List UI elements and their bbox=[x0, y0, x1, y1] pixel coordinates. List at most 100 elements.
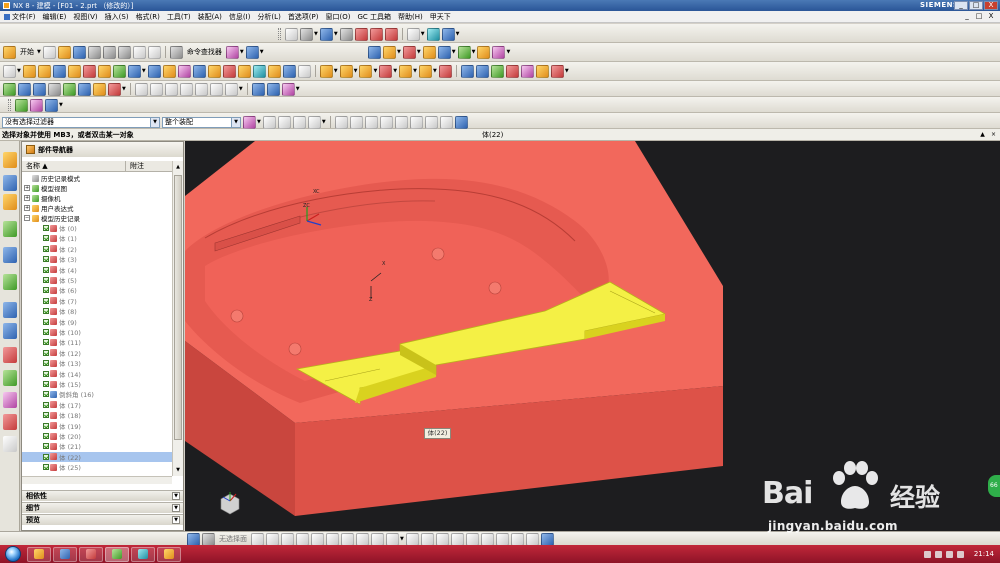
history-icon[interactable] bbox=[3, 302, 17, 318]
menu-format[interactable]: 格式(R) bbox=[136, 12, 160, 22]
reuse-library-icon[interactable] bbox=[3, 221, 17, 237]
doc-restore-button[interactable]: □ bbox=[974, 12, 984, 21]
pull-face-icon[interactable] bbox=[339, 64, 353, 78]
curve-arc-icon[interactable] bbox=[149, 82, 163, 96]
roles-icon[interactable] bbox=[3, 392, 17, 408]
close-icon[interactable]: × bbox=[989, 130, 998, 139]
close-button[interactable]: X bbox=[984, 1, 998, 10]
make-corner-icon[interactable] bbox=[435, 532, 449, 546]
undo-icon[interactable] bbox=[132, 45, 146, 59]
chamfer-sketch-icon[interactable] bbox=[326, 532, 339, 546]
check-geometry-icon[interactable] bbox=[15, 98, 28, 112]
checkbox-icon[interactable] bbox=[43, 370, 49, 377]
menu-file[interactable]: 文件(F) bbox=[4, 12, 36, 22]
cylinder-icon[interactable] bbox=[37, 64, 51, 78]
measure-distance-icon[interactable] bbox=[251, 82, 265, 96]
start-button[interactable] bbox=[5, 546, 21, 562]
menu-analysis[interactable]: 分析(L) bbox=[257, 12, 280, 22]
collapse-icon[interactable]: − bbox=[24, 215, 30, 221]
feature-row[interactable]: 体 (4) bbox=[22, 265, 172, 275]
fillet-icon[interactable] bbox=[311, 532, 324, 546]
project-curve-icon[interactable] bbox=[490, 64, 504, 78]
sketch-icon[interactable] bbox=[3, 64, 16, 78]
pattern-curve-icon[interactable] bbox=[510, 532, 524, 546]
manufacturing-wizards-icon[interactable] bbox=[3, 370, 17, 386]
clock[interactable]: 21:14 bbox=[974, 550, 994, 558]
block-icon[interactable] bbox=[22, 64, 36, 78]
curve-text-icon[interactable] bbox=[209, 82, 223, 96]
reorder-feature-icon[interactable] bbox=[33, 82, 46, 96]
graphics-window[interactable]: XC ZC X Z 体(22) bbox=[185, 141, 1000, 531]
feature-row[interactable]: 体 (22) bbox=[22, 451, 172, 462]
select-all-icon[interactable] bbox=[262, 115, 276, 129]
swept-icon[interactable] bbox=[237, 64, 251, 78]
taskbar-nx[interactable] bbox=[105, 546, 129, 562]
scroll-up-icon[interactable]: ▲ bbox=[174, 162, 182, 172]
chamfer-icon[interactable] bbox=[437, 45, 451, 59]
measure-body-icon[interactable] bbox=[281, 82, 295, 96]
unsuppress-icon[interactable] bbox=[63, 82, 76, 96]
line-icon[interactable] bbox=[266, 532, 279, 546]
snap-midpoint-icon[interactable] bbox=[349, 115, 363, 129]
expand-icon[interactable]: + bbox=[24, 195, 30, 201]
studio-spline-icon[interactable] bbox=[356, 532, 369, 546]
geometric-constraints-icon[interactable] bbox=[450, 532, 464, 546]
feature-row[interactable]: 体 (1) bbox=[22, 233, 172, 243]
edge-blend-icon[interactable] bbox=[422, 45, 436, 59]
checkbox-icon[interactable] bbox=[43, 297, 49, 304]
feature-row[interactable]: 体 (8) bbox=[22, 306, 172, 316]
clip-section-icon[interactable] bbox=[384, 27, 398, 41]
feature-row[interactable]: 体 (2) bbox=[22, 244, 172, 254]
quick-extend-icon[interactable] bbox=[420, 532, 434, 546]
volume-icon[interactable] bbox=[934, 550, 942, 558]
tree-node-cameras[interactable]: + 摄像机 bbox=[22, 193, 172, 203]
new-file-icon[interactable] bbox=[42, 45, 56, 59]
menu-help[interactable]: 帮助(H) bbox=[398, 12, 423, 22]
feature-row[interactable]: 体 (10) bbox=[22, 327, 172, 337]
chevron-up-icon[interactable]: ▲ bbox=[978, 130, 987, 139]
auto-constrain-icon[interactable] bbox=[480, 532, 494, 546]
feature-row[interactable]: 体 (18) bbox=[22, 410, 172, 420]
move-face-icon[interactable] bbox=[319, 64, 333, 78]
feature-row[interactable]: 体 (15) bbox=[22, 379, 172, 389]
circle-icon[interactable] bbox=[296, 532, 309, 546]
thicken-icon[interactable] bbox=[177, 64, 191, 78]
resize-blend-icon[interactable] bbox=[399, 64, 413, 78]
section-view-icon[interactable] bbox=[354, 27, 368, 41]
feature-row[interactable]: 体 (9) bbox=[22, 317, 172, 327]
feature-row[interactable]: 体 (0) bbox=[22, 223, 172, 233]
menu-custom[interactable]: 甲天下 bbox=[430, 12, 451, 22]
sketch-task-icon[interactable] bbox=[187, 532, 200, 546]
web-browser-icon[interactable] bbox=[3, 274, 17, 290]
background-icon[interactable] bbox=[406, 27, 420, 41]
show-hide-icon[interactable] bbox=[426, 27, 440, 41]
analysis-icon[interactable] bbox=[45, 98, 58, 112]
revolve-icon[interactable] bbox=[383, 45, 396, 59]
menu-edit[interactable]: 编辑(E) bbox=[43, 12, 67, 22]
extract-curve-icon[interactable] bbox=[505, 64, 519, 78]
menu-view[interactable]: 视图(V) bbox=[73, 12, 97, 22]
deselect-icon[interactable] bbox=[277, 115, 291, 129]
checkbox-icon[interactable] bbox=[43, 287, 49, 294]
offset-region-icon[interactable] bbox=[359, 64, 373, 78]
orient-view-icon[interactable] bbox=[300, 27, 313, 41]
delete-face-icon[interactable] bbox=[419, 64, 433, 78]
checkbox-icon[interactable] bbox=[43, 381, 49, 387]
trim-body-icon[interactable] bbox=[457, 45, 471, 59]
column-name[interactable]: 名称 ▲ bbox=[22, 161, 126, 171]
checkbox-icon[interactable] bbox=[43, 360, 49, 367]
feature-row[interactable]: 体 (21) bbox=[22, 441, 172, 451]
process-studio-icon[interactable] bbox=[3, 347, 17, 363]
snap-on-face-icon[interactable] bbox=[454, 115, 468, 129]
section-details[interactable]: 细节 ▼ bbox=[22, 502, 183, 513]
cone-icon[interactable] bbox=[52, 64, 66, 78]
snap-on-curve-icon[interactable] bbox=[439, 115, 453, 129]
checkbox-icon[interactable] bbox=[43, 256, 49, 263]
section-curve-icon[interactable] bbox=[460, 64, 474, 78]
selection-mode-icon[interactable] bbox=[245, 45, 259, 59]
feature-row[interactable]: 倒斜角 (16) bbox=[22, 389, 172, 399]
section-dependencies[interactable]: 相依性 ▼ bbox=[22, 490, 183, 501]
feature-row[interactable]: 体 (5) bbox=[22, 275, 172, 285]
checkbox-icon[interactable] bbox=[43, 235, 49, 242]
checkbox-icon[interactable] bbox=[43, 453, 49, 460]
